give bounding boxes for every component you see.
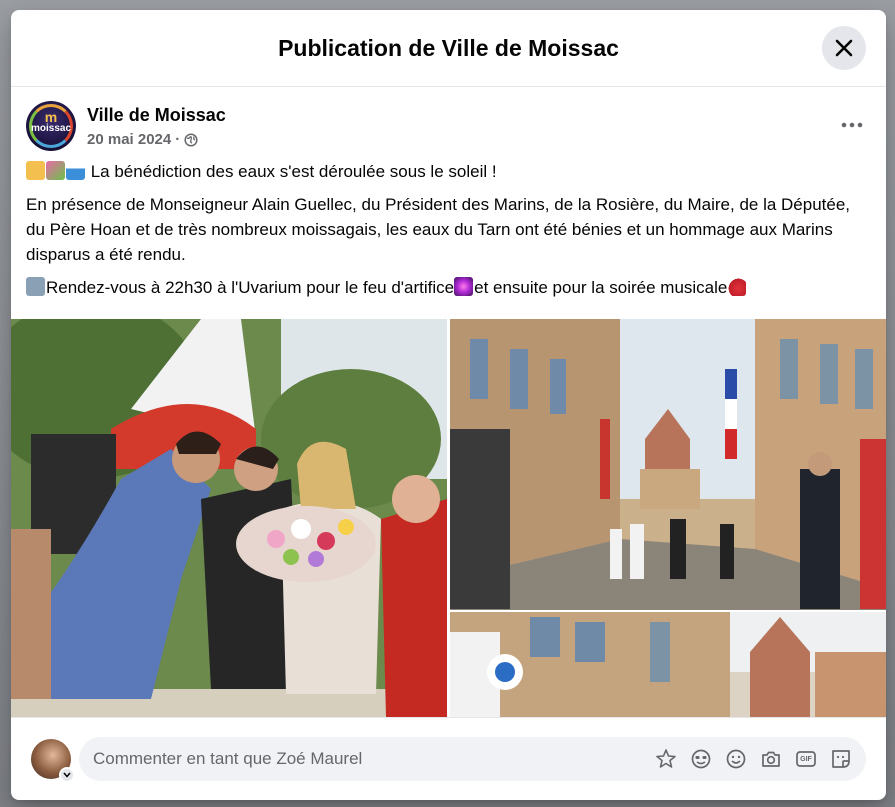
- modal-header: Publication de Ville de Moissac: [11, 10, 886, 87]
- post-header: m moissac Ville de Moissac 20 mai 2024 ·: [11, 87, 886, 159]
- post-line-1-text: La bénédiction des eaux s'est déroulée s…: [86, 162, 497, 181]
- avatar-logo-text: moissac: [30, 123, 72, 134]
- globe-icon[interactable]: [184, 132, 198, 147]
- avatar-sticker-icon: [656, 749, 676, 768]
- emoji-face-button[interactable]: [690, 748, 712, 770]
- page-avatar[interactable]: m moissac: [26, 101, 76, 151]
- boat-emoji: [66, 161, 85, 180]
- gif-label: GIF: [800, 756, 812, 763]
- close-button[interactable]: [822, 26, 866, 70]
- photo-street-abbey[interactable]: [450, 612, 886, 717]
- more-options-button[interactable]: [834, 113, 870, 137]
- post-line-2: En présence de Monseigneur Alain Guellec…: [26, 195, 851, 264]
- post-modal: Publication de Ville de Moissac m moissa…: [11, 10, 886, 800]
- smiley-icon: [726, 749, 746, 769]
- photo-procession-image: [450, 319, 886, 610]
- emoji-button[interactable]: [725, 748, 747, 770]
- praying-hands-emoji: [26, 161, 45, 180]
- post-text: La bénédiction des eaux s'est déroulée s…: [11, 159, 886, 300]
- post-subline: 20 mai 2024 ·: [87, 131, 226, 148]
- photo-ceremony-image: [11, 319, 447, 717]
- post-line-3a-text: Rendez-vous à 22h30 à l'Uvarium pour le …: [46, 278, 455, 297]
- comment-input[interactable]: Commenter en tant que Zoé Maurel GIF: [79, 737, 866, 781]
- chevron-down-icon: [63, 772, 71, 778]
- post-line-3b-text: et ensuite pour la soirée musicale: [474, 278, 728, 297]
- modal-title: Publication de Ville de Moissac: [278, 34, 619, 61]
- post-line-1: La bénédiction des eaux s'est déroulée s…: [26, 159, 871, 184]
- current-user-avatar[interactable]: [31, 739, 75, 783]
- post-meta: Ville de Moissac 20 mai 2024 ·: [87, 101, 226, 148]
- comment-bar: Commenter en tant que Zoé Maurel GIF: [11, 717, 886, 800]
- photo-ceremony[interactable]: [11, 319, 447, 717]
- meta-separator: ·: [175, 131, 181, 148]
- photo-button[interactable]: [760, 748, 782, 770]
- post-date-link[interactable]: 20 mai 2024: [87, 131, 171, 148]
- dancer-emoji: [727, 277, 747, 296]
- avatar-switch-button[interactable]: [59, 767, 75, 783]
- camera-icon: [762, 751, 780, 767]
- emoji-face-icon: [691, 749, 711, 769]
- more-options-icon: [841, 122, 863, 128]
- photo-procession[interactable]: [450, 319, 886, 610]
- sticker-icon: [832, 750, 850, 768]
- photo-grid: [11, 319, 886, 717]
- close-icon: [835, 39, 853, 57]
- avatar-sticker-button[interactable]: [655, 748, 677, 770]
- firework-emoji: [454, 277, 474, 296]
- flower-bouquet-emoji: [46, 161, 65, 180]
- gif-button[interactable]: GIF: [795, 748, 817, 770]
- post-line-3: Rendez-vous à 22h30 à l'Uvarium pour le …: [26, 275, 871, 300]
- page-name-link[interactable]: Ville de Moissac: [87, 105, 226, 126]
- comment-tools: GIF: [655, 748, 852, 770]
- sticker-button[interactable]: [830, 748, 852, 770]
- photo-street-abbey-image: [450, 612, 886, 717]
- right-arrow-emoji: [26, 277, 45, 296]
- comment-placeholder: Commenter en tant que Zoé Maurel: [93, 749, 363, 768]
